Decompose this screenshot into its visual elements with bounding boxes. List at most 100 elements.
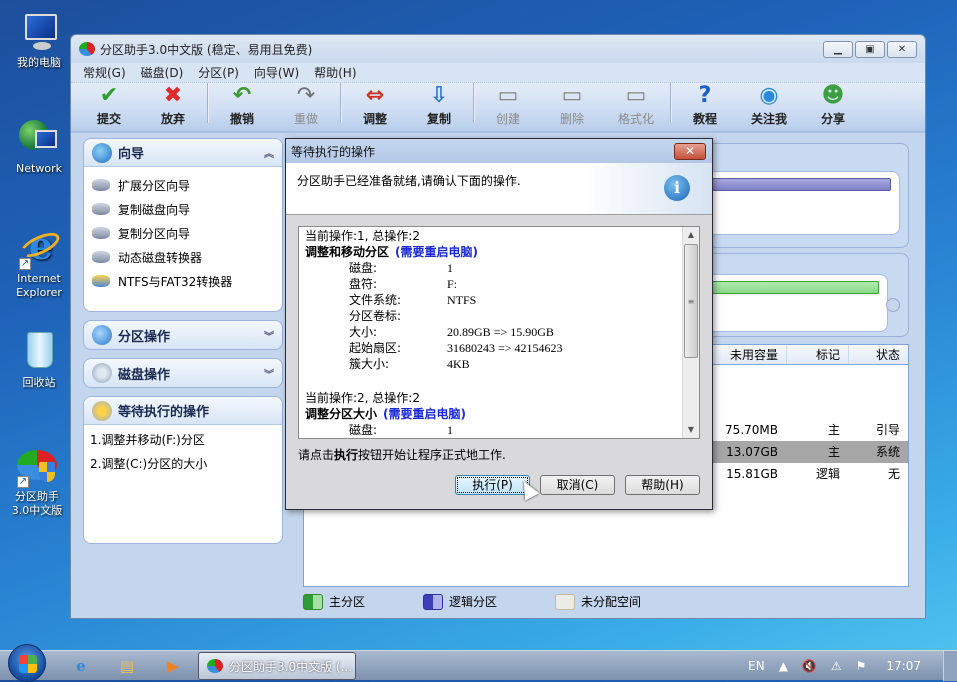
info-icon: i	[664, 175, 690, 201]
clock[interactable]: 17:07	[886, 659, 921, 673]
toolbar-button[interactable]: ✖ 放弃	[141, 83, 205, 127]
cancel-button[interactable]: 取消(C)	[540, 475, 615, 495]
copy-disk-icon	[92, 203, 110, 215]
show-hidden-icons[interactable]: ▲	[779, 659, 788, 673]
chevron-down-icon[interactable]: ︾	[264, 328, 274, 343]
toolbar-button[interactable]: ☻ 分享	[801, 83, 865, 127]
explorer-folder-icon[interactable]: ▤	[118, 657, 136, 675]
network-warning-icon[interactable]: ⚠	[831, 659, 842, 673]
cell-flag: 主	[827, 445, 840, 459]
toolbar-button[interactable]: ▭ 格式化	[604, 83, 668, 127]
col-status[interactable]: 状态	[848, 345, 908, 364]
disk-ops-header[interactable]: 磁盘操作 ︾	[84, 359, 282, 387]
desktop-icon-ie[interactable]: e ↗ Internet Explorer	[0, 226, 78, 300]
wizard-icon	[92, 142, 112, 163]
wizard-dynamic-disk-converter[interactable]: 动态磁盘转换器	[92, 245, 274, 269]
desktop-icon-recycle-bin[interactable]: 回收站	[0, 330, 78, 390]
partition-ops-header[interactable]: 分区操作 ︾	[84, 321, 282, 349]
legend: 主分区 逻辑分区 未分配空间	[303, 593, 699, 610]
toolbar-button[interactable]: ⇔ 调整	[343, 83, 407, 127]
extend-partition-icon	[92, 179, 110, 191]
menu-disk[interactable]: 磁盘(D)	[141, 64, 184, 81]
primary-swatch	[303, 593, 323, 610]
logical-swatch	[423, 593, 444, 610]
toolbar-button-label: 撤销	[229, 112, 254, 126]
menu-wizard[interactable]: 向导(W)	[254, 64, 299, 81]
toolbar-button[interactable]: ↶ 撤销	[210, 83, 274, 127]
wizard-copy-partition[interactable]: 复制分区向导	[92, 221, 274, 245]
language-indicator[interactable]: EN	[748, 659, 765, 673]
network-icon	[17, 116, 61, 160]
ie-taskbar-icon[interactable]: e	[72, 657, 90, 675]
pending-operations-dialog: 等待执行的操作 ✕ 分区助手已经准备就绪,请确认下面的操作. i 当前操作:1,…	[285, 138, 713, 510]
toolbar-button[interactable]: ? 教程	[673, 83, 737, 127]
taskbar-app-partition-assistant[interactable]: 分区助手3.0中文版 (...	[198, 652, 356, 680]
scroll-handle[interactable]	[886, 298, 900, 312]
wizard-extend-partition[interactable]: 扩展分区向导	[92, 173, 274, 197]
operation-header: 当前操作:2, 总操作:2	[305, 391, 420, 405]
operation-field: 大小: 20.89GB => 15.90GB	[349, 325, 554, 339]
cell-free: 75.70MB	[725, 423, 778, 437]
menu-help[interactable]: 帮助(H)	[314, 64, 356, 81]
desktop-icon-partition-assistant[interactable]: ↗ 分区助手3.0中文版	[0, 444, 74, 518]
desktop-icon-computer[interactable]: 我的电脑	[0, 10, 78, 70]
col-free-space[interactable]: 未用容量	[704, 345, 786, 364]
log-scrollbar[interactable]: ▲ ≡ ▼	[682, 227, 699, 438]
menu-partition[interactable]: 分区(P)	[198, 64, 239, 81]
minimize-button[interactable]: ▁	[823, 41, 853, 58]
scroll-thumb[interactable]: ≡	[684, 244, 698, 358]
sidebar: 向导 ︽ 扩展分区向导 复制磁盘向导 复制分区向导 动态磁盘转换器 NTFS与F…	[83, 138, 283, 552]
show-desktop-button[interactable]	[943, 651, 957, 681]
restart-required-note: (需要重启电脑)	[383, 407, 466, 421]
desktop-icon-network[interactable]: Network	[0, 116, 78, 176]
cell-flag: 主	[827, 423, 840, 437]
dialog-close-button[interactable]: ✕	[674, 143, 706, 160]
title-bar[interactable]: 分区助手3.0中文版 (稳定、易用且免费) ▁ ▣ ✕	[71, 35, 925, 63]
operation-field: 磁盘: 1	[349, 423, 453, 437]
toolbar-button-label: 调整	[362, 112, 387, 126]
pending-ops-header: 等待执行的操作	[84, 397, 282, 425]
desktop-icon-label: Network	[16, 162, 62, 175]
dialog-title: 等待执行的操作	[291, 144, 376, 159]
chevron-down-icon[interactable]: ︾	[264, 366, 274, 381]
wizard-panel-header[interactable]: 向导 ︽	[84, 139, 282, 167]
toolbar-button[interactable]: ▭ 创建	[476, 83, 540, 127]
close-button[interactable]: ✕	[887, 41, 917, 58]
action-center-flag-icon[interactable]: ⚑	[856, 659, 867, 673]
scroll-down-arrow[interactable]: ▼	[683, 422, 699, 438]
wizard-copy-disk[interactable]: 复制磁盘向导	[92, 197, 274, 221]
toolbar-button[interactable]: ✔ 提交	[77, 83, 141, 127]
start-button[interactable]	[8, 644, 46, 682]
app-icon	[79, 42, 95, 56]
toolbar-button[interactable]: ↷ 重做	[274, 83, 338, 127]
media-player-icon[interactable]: ▶	[164, 657, 182, 675]
dialog-title-bar[interactable]: 等待执行的操作	[286, 139, 712, 163]
dialog-hint: 请点击执行按钮开始让程序正式地工作.	[298, 448, 506, 462]
volume-muted-icon[interactable]: 🔇	[802, 659, 817, 673]
maximize-button[interactable]: ▣	[855, 41, 885, 58]
toolbar-button[interactable]: ◉ 关注我	[737, 83, 801, 127]
help-button[interactable]: 帮助(H)	[625, 475, 700, 495]
toolbar-button-label: 创建	[495, 112, 520, 126]
chevron-up-icon[interactable]: ︽	[264, 145, 274, 160]
toolbar-button[interactable]: ▭ 删除	[540, 83, 604, 127]
scroll-up-arrow[interactable]: ▲	[683, 227, 699, 243]
delete-icon: ▭	[561, 83, 583, 108]
restart-required-note: (需要重启电脑)	[395, 245, 478, 259]
pending-op-item[interactable]: 2.调整(C:)分区的大小	[90, 452, 276, 476]
partition-assistant-icon: ↗	[15, 444, 59, 488]
toolbar-button-label: 提交	[96, 112, 121, 126]
col-flag[interactable]: 标记	[786, 345, 848, 364]
computer-icon	[17, 10, 61, 54]
toolbar-button-label: 关注我	[750, 112, 787, 126]
menu-bar: 常规(G) 磁盘(D) 分区(P) 向导(W) 帮助(H)	[71, 63, 925, 83]
desktop-icon-label: 分区助手3.0中文版	[11, 490, 63, 517]
menu-general[interactable]: 常规(G)	[83, 64, 126, 81]
copy-icon: ⇩	[429, 83, 449, 108]
wizard-ntfs-fat32-converter[interactable]: NTFS与FAT32转换器	[92, 269, 274, 293]
taskbar: e ▤ ▶ 分区助手3.0中文版 (... EN ▲ 🔇 ⚠ ⚑ 17:07	[0, 644, 957, 682]
wizard-panel-title: 向导	[118, 147, 145, 162]
pending-op-item[interactable]: 1.调整并移动(F:)分区	[90, 428, 276, 452]
operations-log[interactable]: 当前操作:1, 总操作:2 调整和移动分区 (需要重启电脑) 磁盘: 1 盘符: F: 文件系…	[298, 226, 700, 439]
toolbar-button[interactable]: ⇩ 复制	[407, 83, 471, 127]
